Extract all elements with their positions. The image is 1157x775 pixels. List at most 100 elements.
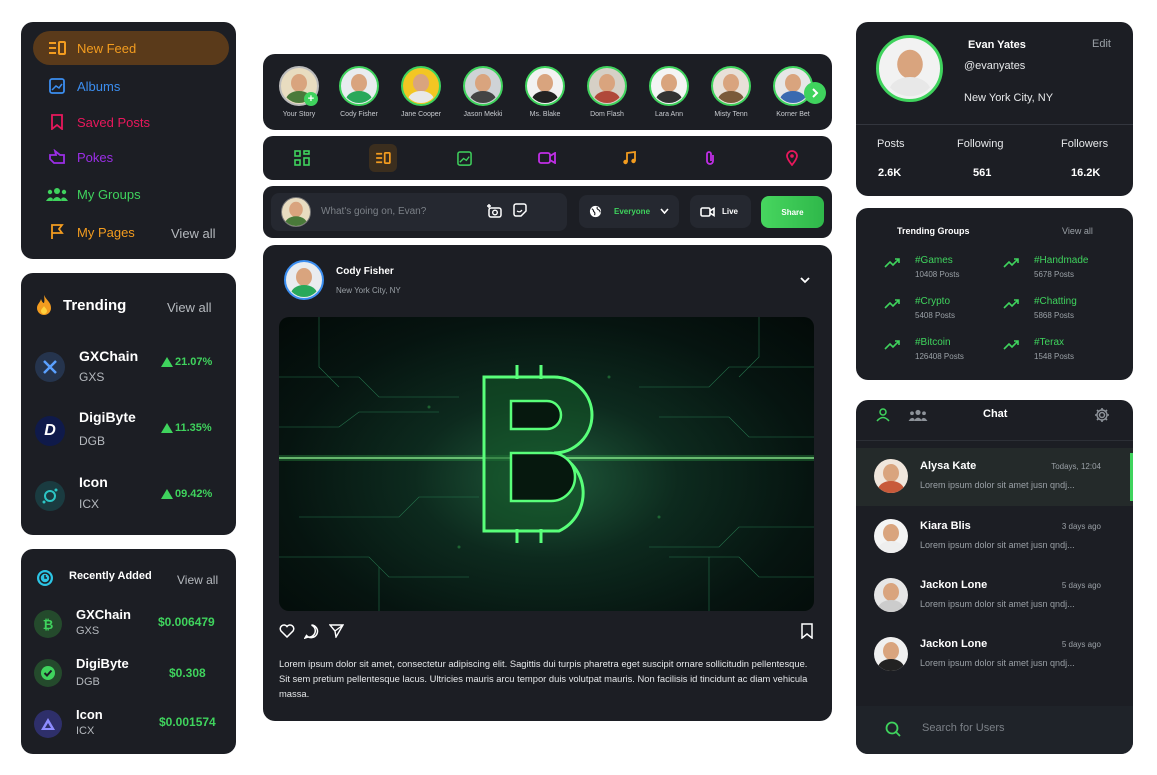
trending-groups-card: Trending Groups View all #Games 10408 Pos… bbox=[856, 208, 1133, 380]
digibyte-logo-icon: D bbox=[35, 416, 65, 446]
live-button[interactable]: Live bbox=[690, 195, 751, 228]
nav-item-pokes[interactable]: Pokes bbox=[33, 140, 229, 174]
share-button[interactable]: Share bbox=[761, 196, 824, 228]
search-icon bbox=[885, 721, 901, 737]
bookmark-icon[interactable] bbox=[801, 623, 813, 639]
recently-added-card: Recently Added View all ₿ GXChain GXS $0… bbox=[21, 549, 236, 754]
chat-title: Chat bbox=[983, 408, 1008, 420]
clock-icon bbox=[36, 569, 54, 587]
coin-price: $0.001574 bbox=[159, 715, 216, 729]
coin-symbol: ICX bbox=[76, 725, 95, 737]
nav-item-albums[interactable]: Albums bbox=[33, 69, 229, 103]
composer-input[interactable]: What's going on, Evan? bbox=[321, 206, 426, 217]
recent-title: Recently Added bbox=[69, 570, 152, 582]
up-triangle-icon bbox=[161, 423, 173, 433]
group-posts: 1548 Posts bbox=[1034, 352, 1075, 361]
coin-row[interactable]: GXChain GXS 21.07% bbox=[21, 345, 236, 393]
story-item[interactable]: Jane Cooper bbox=[396, 66, 446, 118]
send-icon[interactable] bbox=[329, 624, 344, 638]
chevron-down-icon bbox=[660, 208, 669, 214]
chat-item[interactable]: Alysa Kate Todays, 12:04 Lorem ipsum dol… bbox=[856, 448, 1133, 506]
recent-coin-row[interactable]: ₿ GXChain GXS $0.006479 bbox=[21, 607, 236, 643]
nav-item-new-feed[interactable]: New Feed bbox=[33, 31, 229, 65]
nav-view-all-link[interactable]: View all bbox=[171, 226, 216, 241]
story-item[interactable]: Jason Mekki bbox=[458, 66, 508, 118]
profile-avatar[interactable] bbox=[876, 35, 943, 102]
image-icon[interactable] bbox=[450, 144, 478, 172]
groups-view-all-link[interactable]: View all bbox=[1062, 226, 1093, 236]
feed-icon[interactable] bbox=[369, 144, 397, 172]
nav-item-my-groups[interactable]: My Groups bbox=[33, 177, 229, 211]
triangle-logo-icon bbox=[34, 710, 62, 738]
coin-name: Icon bbox=[76, 707, 103, 722]
post-author[interactable]: Cody Fisher bbox=[336, 266, 394, 277]
post-options-chevron-icon[interactable] bbox=[800, 277, 810, 284]
gear-icon[interactable] bbox=[1094, 407, 1110, 423]
story-item[interactable]: Lara Ann bbox=[644, 66, 694, 118]
recent-view-all-link[interactable]: View all bbox=[177, 573, 218, 587]
fire-icon bbox=[34, 294, 54, 316]
video-icon[interactable] bbox=[533, 144, 561, 172]
nav-item-my-pages[interactable]: My Pages bbox=[33, 215, 163, 249]
add-story-icon[interactable]: + bbox=[304, 92, 318, 106]
nav-item-saved-posts[interactable]: Saved Posts bbox=[33, 105, 229, 139]
story-item[interactable]: Dom Flash bbox=[582, 66, 632, 118]
audience-value: Everyone bbox=[614, 207, 651, 216]
story-item[interactable]: + Your Story bbox=[274, 66, 324, 118]
post-body: Lorem ipsum dolor sit amet, consectetur … bbox=[279, 658, 808, 699]
chat-name: Jackon Lone bbox=[920, 638, 988, 650]
coin-price: $0.308 bbox=[169, 666, 206, 680]
attachment-icon[interactable] bbox=[696, 144, 724, 172]
stat-label: Posts bbox=[877, 138, 905, 150]
image-icon bbox=[37, 78, 77, 94]
story-name: Korner Bet bbox=[776, 111, 810, 118]
active-indicator bbox=[1130, 453, 1133, 501]
story-name: Jane Cooper bbox=[400, 111, 442, 118]
avatar bbox=[874, 637, 908, 671]
story-item[interactable]: Cody Fisher bbox=[334, 66, 384, 118]
music-icon[interactable] bbox=[615, 144, 643, 172]
coin-symbol: ICX bbox=[79, 497, 100, 511]
chat-search-bar[interactable]: Search for Users bbox=[856, 706, 1133, 754]
comment-icon[interactable] bbox=[304, 624, 319, 639]
group-item[interactable]: #Terax 1548 Posts bbox=[1034, 337, 1133, 361]
recent-coin-row[interactable]: Icon ICX $0.001574 bbox=[21, 707, 236, 743]
coin-row[interactable]: Icon ICX 09.42% bbox=[21, 473, 236, 521]
group-icon[interactable] bbox=[907, 409, 929, 421]
user-icon[interactable] bbox=[876, 408, 890, 422]
stat-label: Following bbox=[957, 138, 1004, 150]
like-heart-icon[interactable] bbox=[279, 624, 295, 638]
chat-item[interactable]: Kiara Blis 3 days ago Lorem ipsum dolor … bbox=[856, 508, 1133, 566]
avatar bbox=[711, 66, 751, 106]
sticker-icon[interactable] bbox=[513, 203, 527, 217]
chat-search-input[interactable]: Search for Users bbox=[922, 722, 1005, 734]
post-image-bitcoin[interactable] bbox=[279, 317, 814, 611]
trending-title: Trending bbox=[63, 297, 127, 314]
avatar bbox=[339, 66, 379, 106]
chat-item[interactable]: Jackon Lone 5 days ago Lorem ipsum dolor… bbox=[856, 567, 1133, 625]
audience-select[interactable]: Everyone bbox=[579, 195, 679, 228]
group-posts: 10408 Posts bbox=[915, 270, 960, 279]
stories-next-button[interactable] bbox=[804, 82, 826, 104]
story-name: Jason Mekki bbox=[463, 111, 503, 118]
group-item[interactable]: #Chatting 5868 Posts bbox=[1034, 296, 1133, 320]
camera-add-icon[interactable] bbox=[487, 203, 503, 219]
grid-icon[interactable] bbox=[288, 144, 316, 172]
coin-change: 11.35% bbox=[175, 422, 212, 434]
story-item[interactable]: Ms. Blake bbox=[520, 66, 570, 118]
chat-message: Lorem ipsum dolor sit amet jusn qndj... bbox=[920, 658, 1075, 668]
post-location: New York City, NY bbox=[336, 286, 401, 295]
coin-name: GXChain bbox=[76, 607, 131, 622]
story-item[interactable]: Misty Tenn bbox=[706, 66, 756, 118]
profile-edit-link[interactable]: Edit bbox=[1092, 38, 1111, 50]
chat-message: Lorem ipsum dolor sit amet jusn qndj... bbox=[920, 599, 1075, 609]
coin-symbol: DGB bbox=[76, 676, 100, 688]
chat-item[interactable]: Jackon Lone 5 days ago Lorem ipsum dolor… bbox=[856, 626, 1133, 684]
avatar[interactable] bbox=[284, 260, 324, 300]
group-item[interactable]: #Handmade 5678 Posts bbox=[1034, 255, 1133, 279]
location-pin-icon[interactable] bbox=[778, 144, 806, 172]
post-card: Cody Fisher New York City, NY Lorem ipsu… bbox=[263, 245, 832, 721]
coin-row[interactable]: D DigiByte DGB 11.35% bbox=[21, 408, 236, 456]
recent-coin-row[interactable]: DigiByte DGB $0.308 bbox=[21, 656, 236, 692]
trending-view-all-link[interactable]: View all bbox=[167, 300, 212, 315]
